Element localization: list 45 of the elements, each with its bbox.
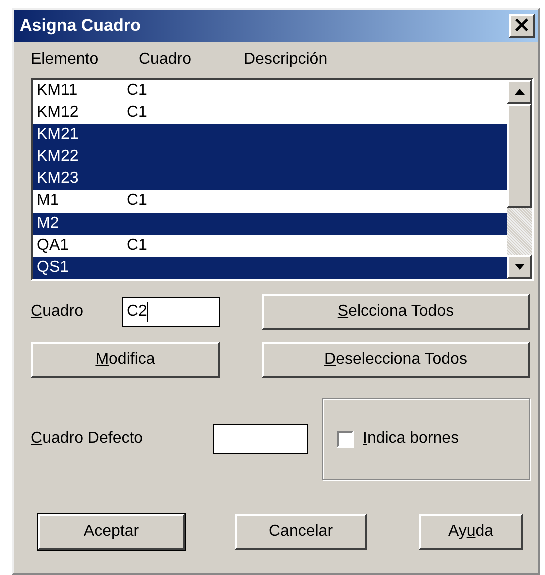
window-title: Asigna Cuadro: [20, 16, 141, 36]
list-row[interactable]: QS1: [33, 256, 507, 279]
column-header: Cuadro: [139, 51, 192, 69]
list-row[interactable]: KM12 C1: [33, 102, 507, 124]
element-cell-text: KM12: [37, 103, 80, 124]
checkbox[interactable]: [337, 430, 354, 448]
list-row[interactable]: QA1 C1: [33, 234, 507, 257]
scroll-thumb[interactable]: [507, 104, 532, 208]
scroll-up-button[interactable]: [507, 80, 532, 104]
down-arrow-icon: [514, 264, 524, 270]
list-row[interactable]: KM11 C1: [33, 80, 507, 102]
close-button[interactable]: ×: [509, 14, 535, 38]
panel-cell-text: C1: [127, 236, 148, 256]
list-row[interactable]: KM22: [33, 146, 507, 168]
list-row[interactable]: KM21: [33, 124, 507, 146]
list-row[interactable]: KM23: [33, 168, 507, 190]
list-row[interactable]: M2: [33, 212, 507, 235]
checkbox-label[interactable]: Indica bornes: [363, 430, 460, 448]
panel-cell-text: C1: [127, 103, 148, 124]
default-panel-field[interactable]: [213, 424, 308, 454]
element-cell-text: M2: [37, 214, 60, 234]
element-cell-text: QS1: [37, 258, 70, 278]
element-cell-text: QA1: [37, 236, 70, 256]
element-cell-text: KM11: [37, 81, 79, 101]
element-cell-text: M1: [37, 191, 60, 212]
list-row[interactable]: M1 C1: [33, 190, 507, 213]
accept-button[interactable]: Aceptar: [38, 514, 185, 550]
element-cell-text: KM22: [37, 147, 80, 168]
help-button[interactable]: Ayuda: [419, 514, 523, 550]
column-header: Descripción: [244, 51, 328, 69]
column-header: Elemento: [31, 51, 100, 69]
select-all-button[interactable]: Selcciona Todos: [262, 294, 530, 330]
element-cell-text: KM23: [37, 169, 80, 190]
element-cell-text: KM21: [37, 125, 80, 146]
field-label: Cuadro Defecto: [31, 430, 144, 448]
deselect-all-button[interactable]: Deselecciona Todos: [262, 342, 530, 378]
cancel-button[interactable]: Cancelar: [235, 514, 367, 550]
up-arrow-icon: [514, 89, 524, 95]
modify-button[interactable]: Modifica: [31, 342, 220, 378]
field-label: Cuadro: [31, 303, 84, 321]
panel-input-field[interactable]: C2: [122, 297, 220, 327]
scrollbar[interactable]: [507, 80, 532, 279]
panel-cell-text: C1: [127, 191, 148, 212]
scroll-down-button[interactable]: [507, 255, 532, 279]
panel-cell-text: C1: [127, 81, 148, 101]
